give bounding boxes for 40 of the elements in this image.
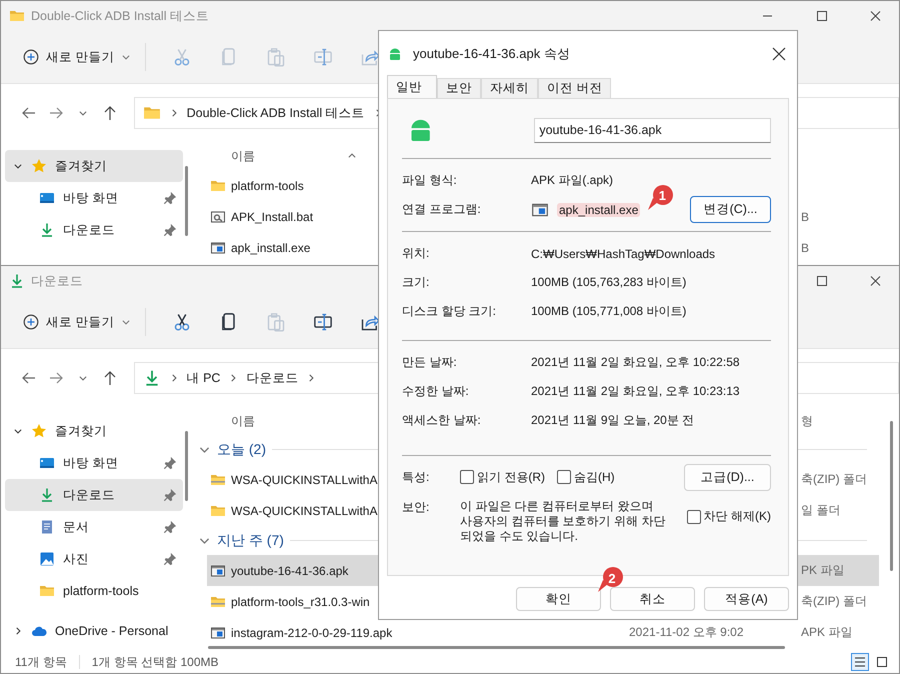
property-label: 만든 날짜:: [402, 354, 458, 371]
property-label: 수정한 날짜:: [402, 383, 470, 400]
property-value: C:₩Users₩HashTag₩Downloads: [531, 246, 716, 260]
file-name: apk_install.exe: [231, 240, 310, 254]
property-value: apk_install.exe: [557, 202, 640, 216]
type-cell-text: 축(ZIP) 폴더: [800, 593, 868, 610]
property-label: 파일 형식:: [402, 172, 458, 189]
file-name: platform-tools: [231, 178, 304, 192]
type-cell-text: PK 파일: [800, 562, 846, 579]
property-value: 2021년 11월 2일 화요일, 오후 10:23:13: [531, 383, 740, 400]
property-value: 2021년 11월 2일 화요일, 오후 10:22:58: [531, 354, 740, 371]
file-name: WSA-QUICKINSTALLwithA: [231, 504, 378, 518]
type-cell-text: 축(ZIP) 폴더: [800, 471, 868, 488]
property-label: 특성:: [402, 468, 430, 486]
file-name: instagram-212-0-0-29-119.apk: [231, 626, 392, 640]
type-cell-text: APK 파일: [800, 624, 854, 641]
property-value: 100MB (105,771,008 바이트): [531, 303, 686, 320]
selection-info: 1개 항목 선택함 100MB: [92, 654, 218, 670]
property-label: 보안:: [402, 499, 430, 516]
item-count: 11개 항목: [15, 654, 67, 670]
property-label: 액세스한 날짜:: [402, 412, 482, 429]
property-label: 디스크 할당 크기:: [402, 303, 498, 320]
file-name: platform-tools_r31.0.3-win: [231, 594, 370, 608]
window-title: Double-Click ADB Install 테스트: [31, 8, 209, 24]
window-title: 다운로드: [31, 272, 83, 290]
property-label: 연결 프로그램:: [402, 201, 482, 218]
file-name: APK_Install.bat: [231, 210, 314, 224]
type-cell-text: 일 폴더: [800, 502, 842, 519]
file-name: WSA-QUICKINSTALLwithA: [231, 472, 378, 486]
date-cell-text: 2021-11-02 오후 9:02: [629, 624, 745, 641]
property-label: 크기:: [402, 274, 430, 291]
size-cell-text: B: [800, 240, 810, 254]
property-value: APK 파일(.apk): [531, 172, 614, 189]
property-value: 2021년 11월 9일 오늘, 20분 전: [531, 412, 694, 429]
size-cell-text: B: [800, 210, 810, 224]
file-name: youtube-16-41-36.apk: [231, 564, 348, 578]
property-label: 위치:: [402, 245, 430, 262]
property-value: 100MB (105,763,283 바이트): [531, 274, 686, 291]
security-text: 이 파일은 다른 컴퓨터로부터 왔으며 사용자의 컴퓨터를 보호하기 위해 차단 되었을 수도 있습니다.: [460, 499, 666, 544]
dialog-title: youtube-16-41-36.apk 속성: [413, 45, 570, 63]
